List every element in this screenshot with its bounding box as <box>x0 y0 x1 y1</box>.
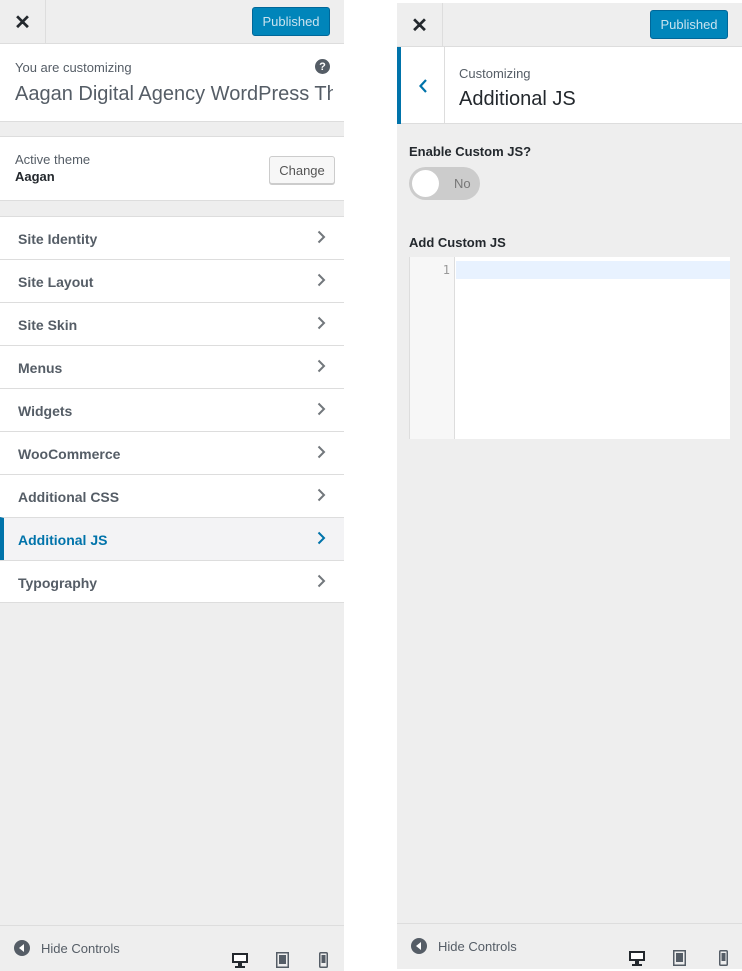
hide-controls-label: Hide Controls <box>41 940 120 956</box>
menu-item-widgets[interactable]: Widgets <box>0 388 344 431</box>
hide-controls-button[interactable]: Hide Controls <box>14 940 120 956</box>
customizer-info: You are customizing Aagan Digital Agency… <box>0 44 344 122</box>
site-title: Aagan Digital Agency WordPress Th… <box>15 83 333 105</box>
menu-item-site-identity[interactable]: Site Identity <box>0 216 344 259</box>
customizer-header: ✕ Published <box>397 3 742 47</box>
chevron-right-icon <box>317 445 326 459</box>
active-theme-label: Active theme <box>15 152 91 167</box>
hide-controls-button[interactable]: Hide Controls <box>411 938 517 954</box>
chevron-right-icon <box>317 402 326 416</box>
back-button[interactable] <box>397 47 445 124</box>
menu-item-label: Site Skin <box>18 317 78 333</box>
menu-item-label: WooCommerce <box>18 446 121 462</box>
close-customizer-button[interactable]: ✕ <box>397 3 443 47</box>
menu-item-label: Site Identity <box>18 231 98 247</box>
add-custom-js-label: Add Custom JS <box>409 235 506 250</box>
customizer-footer: Hide Controls <box>397 923 742 969</box>
tablet-icon[interactable] <box>272 950 292 970</box>
hide-controls-label: Hide Controls <box>438 938 517 954</box>
menu-item-additional-css[interactable]: Additional CSS <box>0 474 344 517</box>
customizer-header: ✕ Published <box>0 0 344 44</box>
mobile-icon[interactable] <box>713 948 733 968</box>
menu-item-label: Site Layout <box>18 274 94 290</box>
menu-item-additional-js[interactable]: Additional JS <box>0 517 344 560</box>
menu-item-site-layout[interactable]: Site Layout <box>0 259 344 302</box>
customizer-menu: Site Identity Site Layout Site Skin Menu… <box>0 216 344 603</box>
line-number: 1 <box>442 263 450 277</box>
desktop-icon[interactable] <box>627 948 647 968</box>
section-title: Additional JS <box>459 88 576 110</box>
menu-item-label: Widgets <box>18 403 73 419</box>
enable-custom-js-label: Enable Custom JS? <box>409 144 532 159</box>
close-icon: ✕ <box>14 11 31 34</box>
menu-item-menus[interactable]: Menus <box>0 345 344 388</box>
active-theme-name: Aagan <box>15 169 55 184</box>
chevron-left-icon <box>418 78 427 93</box>
enable-custom-js-toggle[interactable]: No <box>409 167 480 200</box>
active-theme-section: Active theme Aagan Change <box>0 136 344 201</box>
help-icon[interactable]: ? <box>315 59 330 74</box>
close-customizer-button[interactable]: ✕ <box>0 0 46 44</box>
customizer-panel-section: ✕ Published Customizing Additional JS En… <box>397 3 742 969</box>
menu-item-label: Typography <box>18 575 98 591</box>
customizer-footer: Hide Controls <box>0 925 344 971</box>
chevron-right-icon <box>317 488 326 502</box>
menu-item-label: Additional CSS <box>18 489 120 505</box>
custom-js-code-editor[interactable]: 1 <box>409 257 730 439</box>
menu-item-typography[interactable]: Typography <box>0 560 344 603</box>
chevron-right-icon <box>317 531 326 545</box>
arrow-left-icon <box>14 940 30 956</box>
chevron-right-icon <box>317 574 326 588</box>
toggle-knob <box>412 170 439 197</box>
mobile-icon[interactable] <box>313 950 333 970</box>
tablet-icon[interactable] <box>669 948 689 968</box>
customizing-label: You are customizing <box>15 60 132 75</box>
menu-item-site-skin[interactable]: Site Skin <box>0 302 344 345</box>
menu-item-woocommerce[interactable]: WooCommerce <box>0 431 344 474</box>
toggle-state: No <box>454 176 471 191</box>
chevron-right-icon <box>317 359 326 373</box>
chevron-right-icon <box>317 273 326 287</box>
close-icon: ✕ <box>411 14 428 37</box>
active-line-highlight <box>456 261 730 279</box>
menu-item-label: Menus <box>18 360 63 376</box>
customizer-panel-main: ✕ Published You are customizing Aagan Di… <box>0 0 344 971</box>
desktop-icon[interactable] <box>230 950 250 970</box>
publish-button[interactable]: Published <box>650 10 728 39</box>
arrow-left-icon <box>411 938 427 954</box>
section-breadcrumb: Customizing <box>459 66 531 81</box>
chevron-right-icon <box>317 316 326 330</box>
menu-item-label: Additional JS <box>18 532 108 548</box>
change-theme-button[interactable]: Change <box>269 156 335 184</box>
chevron-right-icon <box>317 230 326 244</box>
section-header: Customizing Additional JS <box>397 47 742 124</box>
editor-gutter: 1 <box>410 257 455 439</box>
publish-button[interactable]: Published <box>252 7 330 36</box>
